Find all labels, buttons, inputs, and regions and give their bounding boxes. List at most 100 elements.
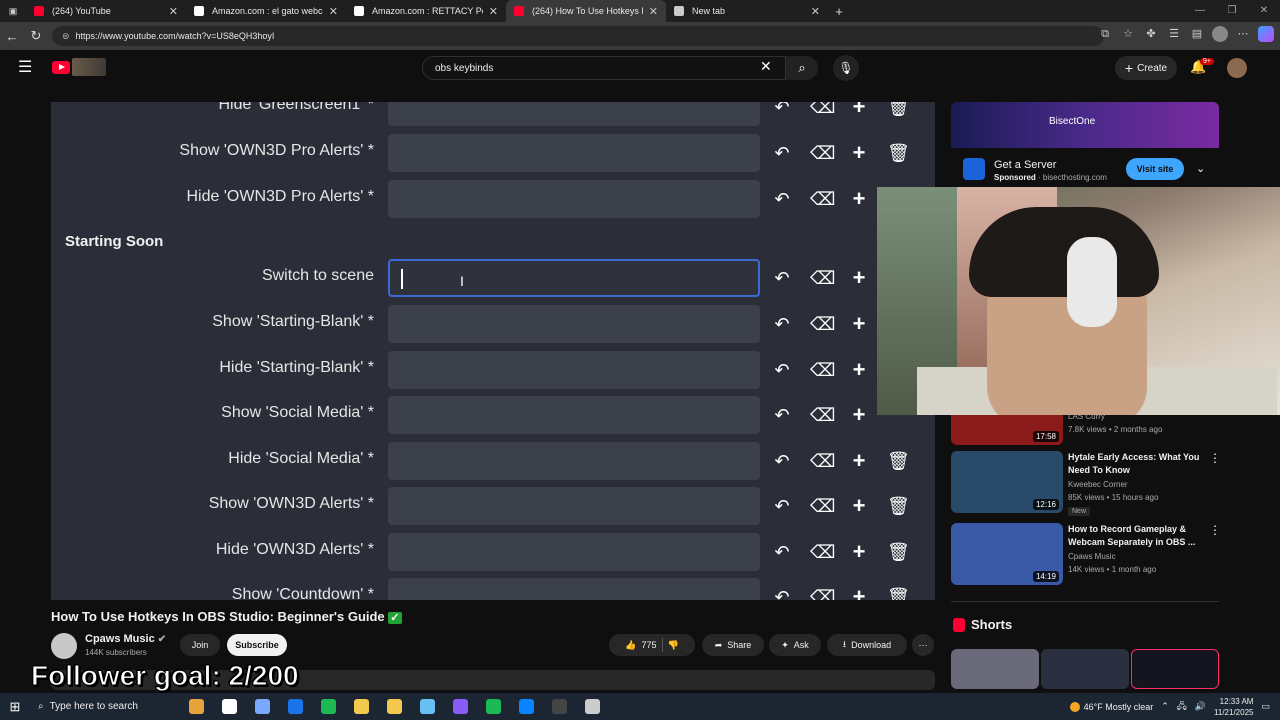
hotkey-input[interactable] [388,396,760,434]
video-thumbnail[interactable]: 14:19 [951,523,1063,585]
taskbar-app-icon[interactable] [576,693,609,720]
browser-tab[interactable]: (264) YouTube ✕ [26,0,186,22]
hotkey-input-focused[interactable] [388,259,760,297]
download-button[interactable]: ⭳ Download [827,634,907,656]
close-tab-icon[interactable]: ✕ [169,5,178,18]
revert-icon[interactable]: ↶ [771,142,793,164]
taskbar-app-icon[interactable] [213,693,246,720]
video-player[interactable]: Hide 'Greenscreen1' * ↶ ⌫ + 🗑 Show 'OWN3… [51,102,935,600]
add-icon[interactable]: + [848,450,870,472]
revert-icon[interactable]: ↶ [771,450,793,472]
search-input[interactable]: obs keybinds [422,56,786,80]
channel-name[interactable]: Cpaws Music [85,633,155,645]
url-field[interactable]: ⊜ https://www.youtube.com/watch?v=US8eQH… [52,26,1104,46]
clear-key-icon[interactable]: ⌫ [810,188,835,210]
video-title[interactable]: Hytale Early Access: What You Need To Kn… [1068,451,1204,477]
trash-icon[interactable]: 🗑 [887,142,910,164]
hotkey-input[interactable] [388,442,760,480]
profile-avatar[interactable] [1212,26,1228,42]
microphone-icon[interactable]: 🎙 [833,55,859,81]
taskbar-app-icon[interactable] [477,693,510,720]
trash-icon[interactable]: 🗑 [887,450,910,472]
revert-icon[interactable]: ↶ [771,541,793,563]
network-icon[interactable]: 🖧 [1177,699,1187,715]
install-app-icon[interactable]: ⧉ [1097,26,1113,42]
channel-name-row[interactable]: Cpaws Music ✔ [85,633,166,645]
copilot-icon[interactable] [1258,26,1274,42]
browser-tab[interactable]: Amazon.com : RETTACY Pocket Ju ✕ [346,0,506,22]
clear-key-icon[interactable]: ⌫ [810,313,835,335]
close-window-icon[interactable]: ✕ [1248,0,1280,22]
clear-key-icon[interactable]: ⌫ [810,102,835,118]
create-button[interactable]: + Create [1115,56,1177,80]
add-icon[interactable]: + [848,102,870,118]
subscribe-button[interactable]: Subscribe [227,634,287,656]
site-info-icon[interactable]: ⊜ [62,31,70,42]
more-options-icon[interactable]: ⋮ [1209,451,1221,465]
share-button[interactable]: ➦ Share [702,634,764,656]
taskbar-app-icon[interactable] [180,693,213,720]
channel-name[interactable]: Kweebec Corner [1068,479,1128,491]
taskbar-app-icon[interactable] [510,693,543,720]
short-thumbnail[interactable] [1131,649,1219,689]
hotkey-input[interactable] [388,102,760,126]
search-icon[interactable]: ⌕ [786,56,818,80]
clear-key-icon[interactable]: ⌫ [810,541,835,563]
hotkey-input[interactable] [388,134,760,172]
clear-key-icon[interactable]: ⌫ [810,495,835,517]
add-icon[interactable]: + [848,586,870,601]
video-thumbnail[interactable]: 17:58 [951,415,1063,445]
taskbar-app-icon[interactable] [345,693,378,720]
add-icon[interactable]: + [848,495,870,517]
taskbar-app-icon[interactable] [312,693,345,720]
close-tab-icon[interactable]: ✕ [489,5,498,18]
ask-button[interactable]: ✦ Ask [769,634,821,656]
taskbar-app-icon[interactable] [279,693,312,720]
hotkey-input[interactable] [388,533,760,571]
revert-icon[interactable]: ↶ [771,267,793,289]
channel-name[interactable]: LAS Curry [1068,415,1105,423]
add-icon[interactable]: + [848,188,870,210]
account-avatar[interactable] [1227,58,1247,78]
more-options-icon[interactable]: ⋮ [1209,523,1221,537]
recommendation-item[interactable]: 12:16 Hytale Early Access: What You Need… [951,451,1221,516]
back-icon[interactable]: ← [0,29,24,44]
add-icon[interactable]: + [848,541,870,563]
minimize-icon[interactable]: — [1184,0,1216,22]
add-icon[interactable]: + [848,359,870,381]
ad-title[interactable]: Get a Server [994,159,1056,171]
tab-actions-icon[interactable]: ▣ [0,6,26,17]
clear-key-icon[interactable]: ⌫ [810,586,835,600]
taskbar-app-icon[interactable] [543,693,576,720]
clear-key-icon[interactable]: ⌫ [810,450,835,472]
tray-arrow-icon[interactable]: ⌃ [1161,701,1169,712]
channel-name[interactable]: Cpaws Music [1068,551,1116,563]
taskbar-app-icon[interactable] [378,693,411,720]
trash-icon[interactable]: 🗑 [887,102,910,118]
browser-tab[interactable]: Amazon.com : el gato webcam ✕ [186,0,346,22]
chevron-down-icon[interactable]: ⌄ [1196,162,1205,175]
more-actions-button[interactable]: ⋯ [912,634,934,656]
close-tab-icon[interactable]: ✕ [649,5,658,18]
video-title[interactable]: How to Record Gameplay & Webcam Separate… [1068,523,1204,549]
reload-icon[interactable]: ↻ [24,28,48,44]
browser-tab[interactable]: New tab ✕ [666,0,828,22]
collections-icon[interactable]: ▤ [1189,26,1205,42]
recommendation-item[interactable]: 14:19 How to Record Gameplay & Webcam Se… [951,523,1221,585]
youtube-logo-icon[interactable] [52,61,70,74]
channel-avatar[interactable] [51,633,77,659]
revert-icon[interactable]: ↶ [771,495,793,517]
hotkey-input[interactable] [388,351,760,389]
hotkey-input[interactable] [388,578,760,600]
menu-icon[interactable]: ☰ [18,60,34,76]
revert-icon[interactable]: ↶ [771,188,793,210]
volume-icon[interactable]: 🔊 [1195,701,1206,712]
dislike-icon[interactable]: 👎 [668,640,679,651]
taskbar-search[interactable]: ⌕ Type here to search [30,693,180,720]
revert-icon[interactable]: ↶ [771,102,793,118]
join-button[interactable]: Join [180,634,220,656]
extensions-icon[interactable]: ✤ [1143,26,1159,42]
trash-icon[interactable]: 🗑 [887,495,910,517]
clear-key-icon[interactable]: ⌫ [810,142,835,164]
weather-widget[interactable]: 46°F Mostly clear [1069,701,1153,712]
